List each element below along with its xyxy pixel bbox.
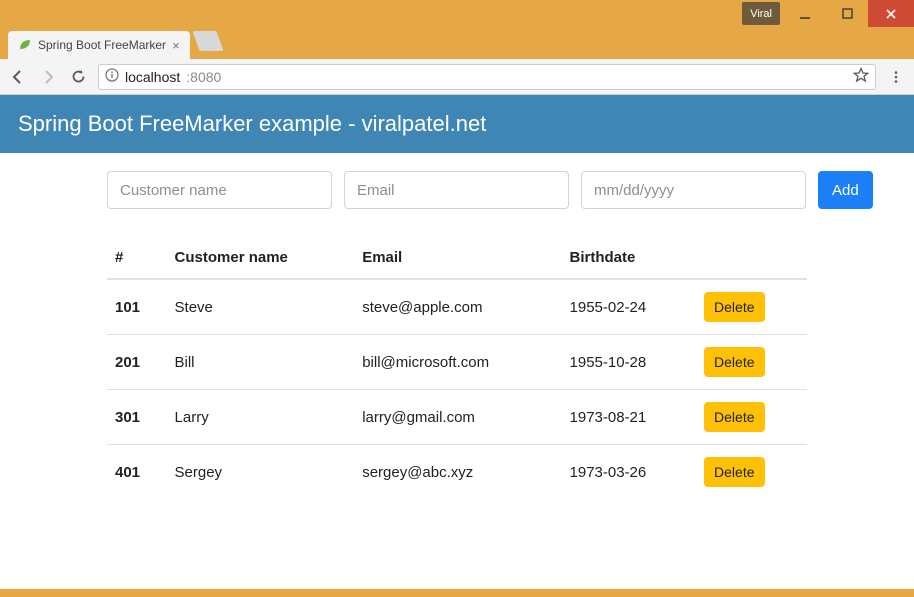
cell-email: steve@apple.com [354,279,561,335]
delete-button[interactable]: Delete [704,402,764,432]
cell-birthdate: 1955-02-24 [562,279,697,335]
birthdate-input[interactable] [581,171,806,209]
page-title: Spring Boot FreeMarker example - viralpa… [18,111,486,136]
table-row: 401Sergeysergey@abc.xyz1973-03-26Delete [107,445,807,500]
browser-tabstrip: Spring Boot FreeMarker × [0,27,914,59]
col-email: Email [354,237,561,279]
leaf-icon [18,38,32,52]
forward-button[interactable] [38,68,58,86]
reload-button[interactable] [68,68,88,85]
cell-actions: Delete [696,279,807,335]
browser-menu-button[interactable] [886,70,906,84]
cell-id: 101 [107,279,167,335]
cell-actions: Delete [696,445,807,500]
info-icon[interactable] [105,68,119,85]
browser-tab-title: Spring Boot FreeMarker [38,38,166,52]
back-button[interactable] [8,68,28,86]
cell-id: 401 [107,445,167,500]
cell-actions: Delete [696,390,807,445]
customers-table: # Customer name Email Birthdate 101Steve… [107,237,807,499]
delete-button[interactable]: Delete [704,292,764,322]
address-bar[interactable]: localhost :8080 [98,64,876,90]
cell-name: Steve [167,279,355,335]
cell-email: sergey@abc.xyz [354,445,561,500]
delete-button[interactable]: Delete [704,457,764,487]
col-birthdate: Birthdate [562,237,697,279]
page-banner: Spring Boot FreeMarker example - viralpa… [0,95,914,153]
bookmark-icon[interactable] [853,67,869,86]
new-tab-button[interactable] [192,31,223,51]
cell-name: Sergey [167,445,355,500]
delete-button[interactable]: Delete [704,347,764,377]
cell-id: 201 [107,335,167,390]
browser-tab[interactable]: Spring Boot FreeMarker × [8,31,190,59]
main-container: Add # Customer name Email Birthdate 101S… [97,171,817,499]
browser-toolbar: localhost :8080 [0,59,914,95]
window-maximize-button[interactable] [826,0,868,27]
cell-birthdate: 1955-10-28 [562,335,697,390]
cell-email: bill@microsoft.com [354,335,561,390]
url-port: :8080 [186,69,221,85]
add-customer-form: Add [107,171,807,209]
table-row: 101Stevesteve@apple.com1955-02-24Delete [107,279,807,335]
email-input[interactable] [344,171,569,209]
window-minimize-button[interactable] [784,0,826,27]
url-host: localhost [125,69,180,85]
table-row: 201Billbill@microsoft.com1955-10-28Delet… [107,335,807,390]
add-button[interactable]: Add [818,171,873,209]
window-titlebar: Viral [0,0,914,27]
col-name: Customer name [167,237,355,279]
cell-birthdate: 1973-03-26 [562,445,697,500]
window-owner-tag: Viral [742,2,780,25]
cell-id: 301 [107,390,167,445]
cell-birthdate: 1973-08-21 [562,390,697,445]
table-row: 301Larrylarry@gmail.com1973-08-21Delete [107,390,807,445]
table-header-row: # Customer name Email Birthdate [107,237,807,279]
cell-email: larry@gmail.com [354,390,561,445]
page-content: Spring Boot FreeMarker example - viralpa… [0,95,914,589]
cell-actions: Delete [696,335,807,390]
cell-name: Bill [167,335,355,390]
customer-name-input[interactable] [107,171,332,209]
window-bottom-border [0,589,914,597]
close-icon[interactable]: × [172,38,180,53]
col-id: # [107,237,167,279]
window-close-button[interactable] [868,0,914,27]
col-actions [696,237,807,279]
cell-name: Larry [167,390,355,445]
